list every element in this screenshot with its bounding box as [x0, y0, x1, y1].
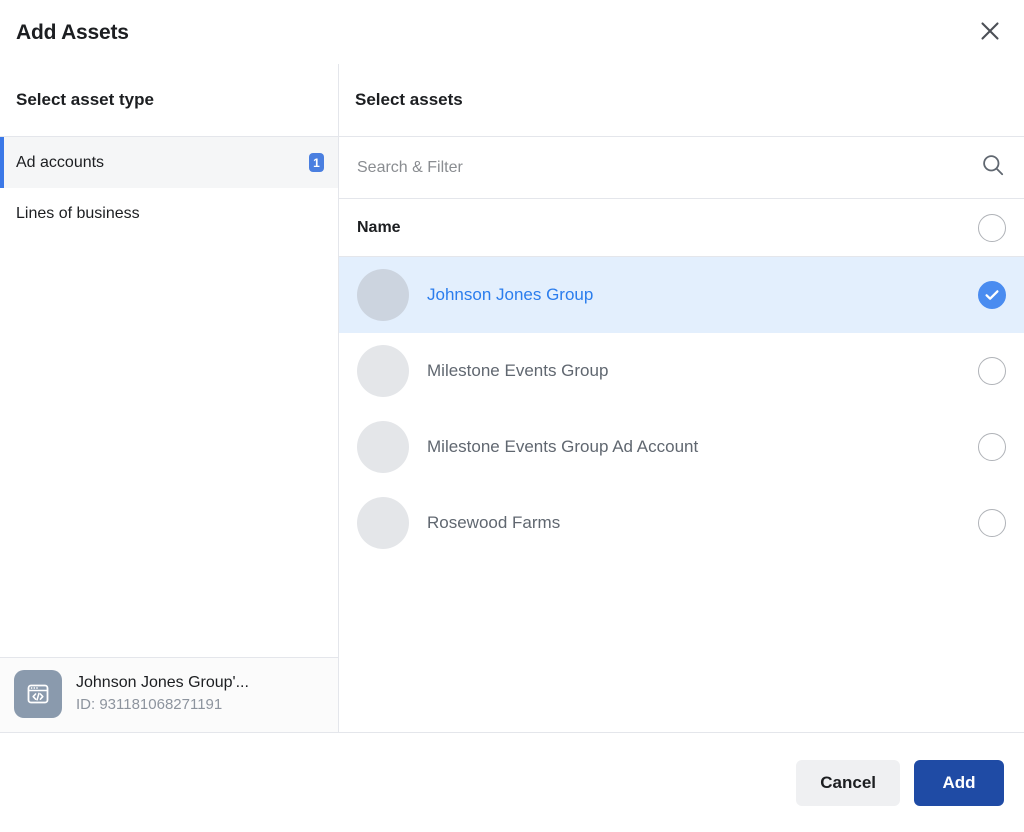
asset-select-checkbox[interactable]: [978, 509, 1006, 537]
close-button[interactable]: [970, 12, 1010, 52]
add-button[interactable]: Add: [914, 759, 1004, 806]
selected-business-name: Johnson Jones Group'...: [76, 674, 249, 691]
sidebar-item-lines-of-business[interactable]: Lines of business: [0, 188, 338, 239]
asset-name: Johnson Jones Group: [427, 285, 594, 304]
asset-name: Milestone Events Group Ad Account: [427, 437, 699, 456]
asset-select-checkbox[interactable]: [978, 433, 1006, 461]
table-row[interactable]: Milestone Events Group Ad Account: [339, 409, 1024, 485]
status-badge: 1: [309, 153, 324, 172]
avatar: [357, 497, 409, 549]
asset-type-label: Lines of business: [16, 204, 140, 222]
asset-type-heading: Select asset type: [0, 64, 338, 137]
asset-type-panel: Select asset type Ad accounts 1 Lines of…: [0, 64, 339, 732]
add-assets-dialog: Add Assets Select asset type Ad accounts…: [0, 0, 1024, 832]
dialog-header: Add Assets: [0, 0, 1024, 64]
column-header-name: Name: [357, 218, 401, 236]
dialog-footer: Cancel Add: [0, 733, 1024, 832]
selected-business-card[interactable]: Johnson Jones Group'... ID: 931181068271…: [0, 657, 338, 732]
dialog-body: Select asset type Ad accounts 1 Lines of…: [0, 64, 1024, 733]
avatar: [357, 269, 409, 321]
close-icon: [979, 20, 1001, 45]
asset-select-checkbox[interactable]: [978, 281, 1006, 309]
browser-code-icon: [14, 670, 62, 718]
asset-name: Rosewood Farms: [427, 513, 561, 532]
select-all-checkbox[interactable]: [978, 213, 1006, 242]
selected-business-text: Johnson Jones Group'... ID: 931181068271…: [76, 672, 322, 716]
table-row[interactable]: Milestone Events Group: [339, 333, 1024, 409]
assets-list[interactable]: Johnson Jones Group Milestone Events Gro…: [339, 257, 1024, 732]
search-input[interactable]: [357, 158, 970, 177]
assets-column-header: Name: [339, 199, 1024, 257]
asset-select-checkbox[interactable]: [978, 357, 1006, 385]
assets-panel: Select assets Name: [339, 64, 1024, 732]
selected-business-id: ID: 931181068271191: [76, 696, 223, 713]
page-title: Add Assets: [16, 20, 129, 44]
asset-type-list[interactable]: Ad accounts 1 Lines of business: [0, 137, 338, 657]
cancel-button[interactable]: Cancel: [796, 759, 900, 806]
assets-heading: Select assets: [339, 64, 1024, 137]
avatar: [357, 421, 409, 473]
asset-type-label: Ad accounts: [16, 153, 105, 171]
sidebar-item-ad-accounts[interactable]: Ad accounts 1: [0, 137, 338, 188]
avatar: [357, 345, 409, 397]
table-row[interactable]: Johnson Jones Group: [339, 257, 1024, 333]
search-icon[interactable]: [980, 152, 1006, 183]
asset-name: Milestone Events Group: [427, 361, 609, 380]
table-row[interactable]: Rosewood Farms: [339, 485, 1024, 561]
search-row: [339, 137, 1024, 199]
